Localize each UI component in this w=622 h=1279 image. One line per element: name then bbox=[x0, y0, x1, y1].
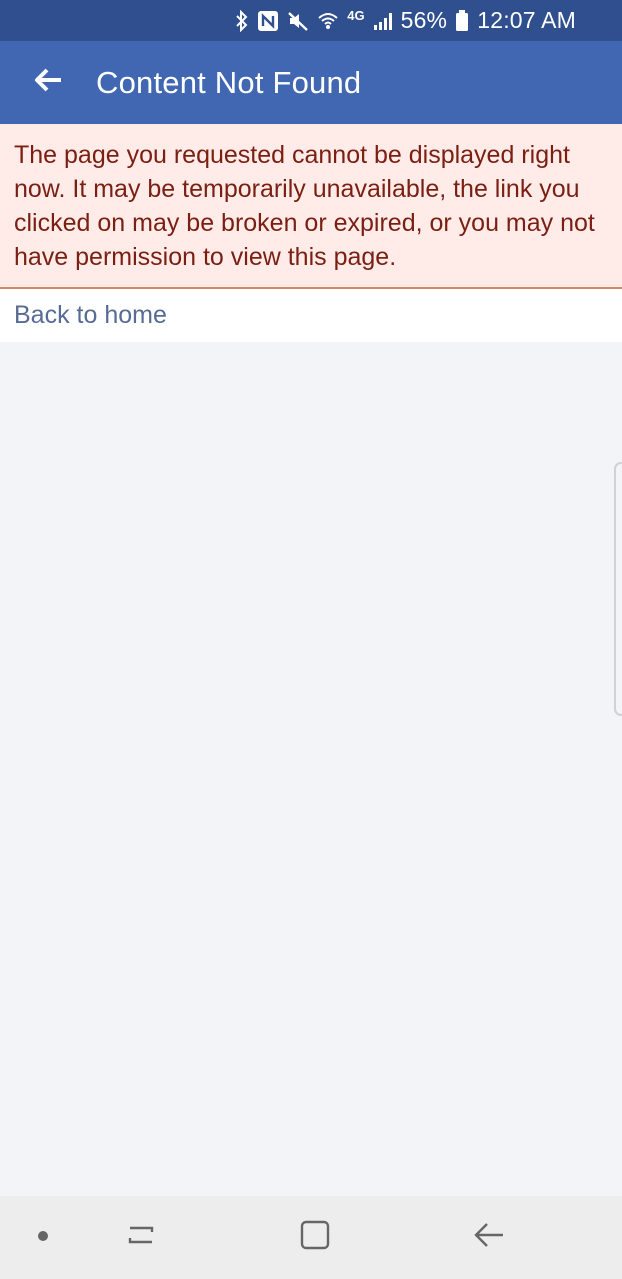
page-title: Content Not Found bbox=[96, 64, 362, 100]
status-bar: 4G 56% 12:07 AM bbox=[0, 0, 622, 41]
signal-icon bbox=[373, 9, 393, 33]
home-button[interactable] bbox=[288, 1196, 342, 1279]
lte-icon: 4G bbox=[347, 9, 364, 33]
system-back-button[interactable] bbox=[462, 1196, 516, 1279]
back-icon bbox=[473, 1219, 505, 1256]
mute-icon bbox=[287, 9, 309, 33]
home-link-row: Back to home bbox=[0, 289, 622, 342]
dot-icon bbox=[37, 1229, 49, 1247]
app-bar: Content Not Found bbox=[0, 41, 622, 124]
back-button[interactable] bbox=[0, 41, 96, 124]
arrow-left-icon bbox=[33, 67, 63, 98]
status-icons: 4G 56% 12:07 AM bbox=[235, 7, 576, 34]
battery-percent: 56% bbox=[400, 7, 448, 33]
bluetooth-icon bbox=[235, 9, 249, 33]
scroll-handle[interactable] bbox=[614, 462, 622, 716]
back-to-home-link[interactable]: Back to home bbox=[14, 301, 167, 330]
recent-apps-button[interactable] bbox=[116, 1196, 166, 1279]
battery-icon bbox=[455, 9, 469, 33]
navigation-bar bbox=[0, 1196, 622, 1279]
dot-button[interactable] bbox=[20, 1196, 66, 1279]
error-message: The page you requested cannot be display… bbox=[14, 141, 595, 271]
network-label: 4G bbox=[347, 8, 365, 23]
error-banner: The page you requested cannot be display… bbox=[0, 124, 622, 289]
wifi-icon bbox=[317, 9, 339, 33]
nfc-icon bbox=[257, 9, 279, 33]
home-icon bbox=[299, 1219, 331, 1256]
recent-apps-icon bbox=[126, 1220, 156, 1255]
clock: 12:07 AM bbox=[477, 7, 576, 33]
